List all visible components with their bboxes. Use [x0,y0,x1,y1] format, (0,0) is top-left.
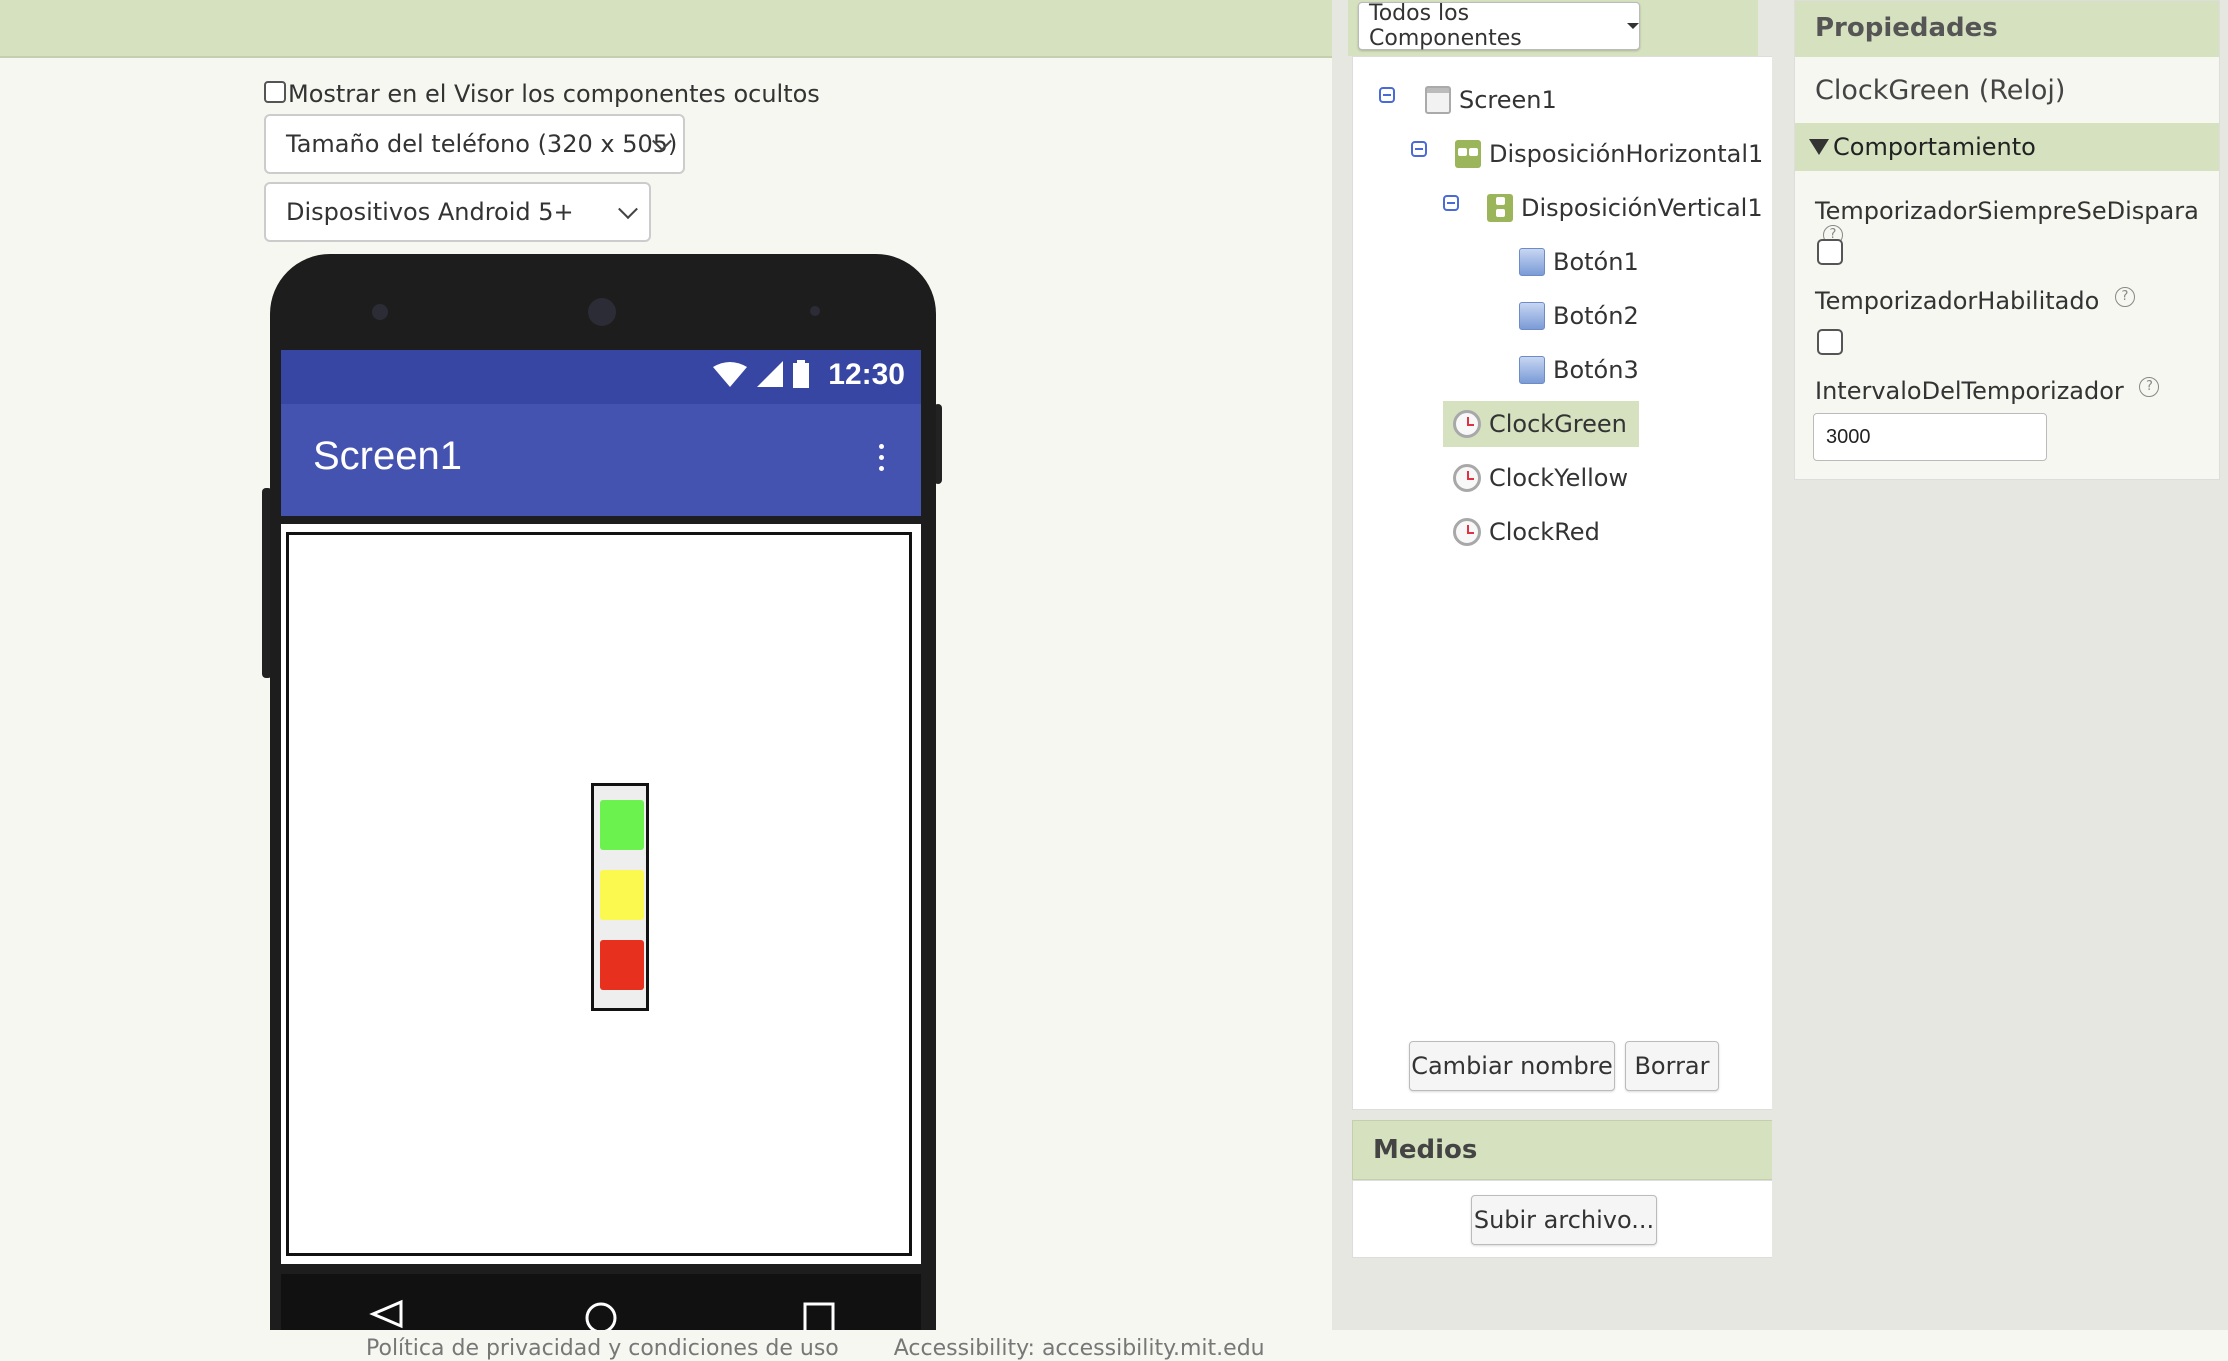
tree-item-label: Botón1 [1553,248,1639,276]
show-hidden-components-checkbox-row[interactable]: Mostrar en el Visor los componentes ocul… [264,80,820,108]
screen-icon [1425,86,1451,114]
vertical-layout-icon [1487,194,1513,222]
tree-item-label: DisposiciónVertical1 [1521,194,1763,222]
timer-always-fires-row: TemporizadorSiempreSeDispara ? [1815,197,2219,253]
phone-status-bar: 12:30 [281,350,921,404]
help-icon[interactable]: ? [2114,287,2135,307]
tree-item-clockgreen[interactable]: ClockGreen [1443,401,1639,447]
tree-item-label: Botón2 [1553,302,1639,330]
collapse-screen1-toggle[interactable] [1379,87,1395,103]
tree-item-button3[interactable]: Botón3 [1519,347,1645,393]
timer-enabled-row: TemporizadorHabilitado ? [1815,287,2135,315]
behavior-section-header[interactable]: Comportamiento [1795,123,2219,171]
tree-item-label: ClockRed [1489,518,1600,546]
phone-camera-icon [372,304,388,320]
tree-item-button1[interactable]: Botón1 [1519,239,1645,285]
viewer-panel: Mostrar en el Visor los componentes ocul… [0,58,1332,1330]
tree-item-horizontal-layout1[interactable]: DisposiciónHorizontal1 [1455,131,1769,177]
timer-interval-label: IntervaloDelTemporizador [1815,377,2124,405]
viewer-toolbar [0,0,1332,58]
media-title: Medios [1373,1135,1478,1165]
properties-title: Propiedades [1815,13,1998,43]
home-icon [585,1302,617,1330]
components-tree: Screen1 DisposiciónHorizontal1 Disposici… [1352,56,1776,1110]
behavior-section-label: Comportamiento [1833,133,2036,161]
phone-sensor-icon [810,306,820,316]
vertical-layout-preview[interactable] [591,783,649,1011]
wifi-icon [713,362,747,387]
delete-button[interactable]: Borrar [1625,1041,1719,1091]
media-panel: Subir archivo... [1352,1180,1776,1258]
privacy-link[interactable]: Política de privacidad y condiciones de … [366,1336,839,1361]
tree-item-label: DisposiciónHorizontal1 [1489,140,1764,168]
battery-icon [793,360,809,388]
timer-enabled-checkbox[interactable] [1817,329,1843,355]
button1-preview[interactable] [600,800,644,850]
phone-navigation-bar [281,1274,921,1330]
timer-interval-input[interactable]: 3000 [1813,413,2047,461]
back-icon [369,1299,403,1329]
button-icon [1519,302,1545,330]
overflow-menu-icon [879,444,885,471]
accessibility-link[interactable]: Accessibility: accessibility.mit.edu [894,1336,1265,1361]
clock-icon [1453,518,1481,546]
selected-component-name: ClockGreen (Reloj) [1815,75,2066,106]
phone-speaker-icon [588,298,616,326]
show-hidden-components-label: Mostrar en el Visor los componentes ocul… [288,80,820,108]
tree-item-screen1[interactable]: Screen1 [1425,77,1563,123]
button-icon [1519,356,1545,384]
properties-panel: Propiedades ClockGreen (Reloj) Comportam… [1794,0,2220,480]
collapse-vertical-layout-toggle[interactable] [1443,195,1459,211]
components-filter-dropdown[interactable]: Todos los Componentes [1358,1,1640,51]
tree-item-vertical-layout1[interactable]: DisposiciónVertical1 [1487,185,1769,231]
show-hidden-components-checkbox[interactable] [264,81,286,103]
recents-icon [803,1302,835,1330]
components-filter-label: Todos los Componentes [1369,1,1522,51]
caret-down-icon [1627,23,1639,29]
timer-interval-row: IntervaloDelTemporizador ? [1815,377,2160,405]
tree-item-label: Botón3 [1553,356,1639,384]
timer-always-fires-label: TemporizadorSiempreSeDispara [1815,197,2199,225]
clock-icon [1453,464,1481,492]
upload-file-button[interactable]: Subir archivo... [1471,1195,1657,1245]
phone-size-value: Tamaño del teléfono (320 x 505) [286,130,678,158]
screen-title: Screen1 [313,434,462,478]
media-header: Medios [1352,1120,1776,1180]
tree-item-clockyellow[interactable]: ClockYellow [1453,455,1634,501]
timer-always-fires-checkbox[interactable] [1817,239,1843,265]
tree-item-clockred[interactable]: ClockRed [1453,509,1606,555]
android-version-select[interactable]: Dispositivos Android 5+ [264,182,651,242]
button-icon [1519,248,1545,276]
collapse-horizontal-layout-toggle[interactable] [1411,141,1427,157]
android-version-value: Dispositivos Android 5+ [286,198,574,226]
tree-item-label: ClockYellow [1489,464,1629,492]
footer: Política de privacidad y condiciones de … [366,1336,1313,1361]
horizontal-layout-icon [1455,140,1481,168]
properties-header: Propiedades [1795,1,2219,57]
status-time: 12:30 [828,358,905,391]
cell-signal-icon [757,361,783,387]
horizontal-layout-preview[interactable] [286,532,912,1256]
expand-triangle-icon [1809,139,1829,155]
phone-screen [281,524,921,1264]
rename-button[interactable]: Cambiar nombre [1409,1041,1615,1091]
button3-preview[interactable] [600,940,644,990]
tree-item-label: Screen1 [1459,86,1557,114]
tree-item-label: ClockGreen [1487,406,1633,442]
help-icon[interactable]: ? [2139,377,2160,397]
timer-enabled-label: TemporizadorHabilitado [1815,287,2100,315]
phone-size-select[interactable]: Tamaño del teléfono (320 x 505) [264,114,685,174]
phone-app-bar: Screen1 [281,404,921,516]
phone-mockup: 12:30 Screen1 [270,254,936,1330]
tree-item-button2[interactable]: Botón2 [1519,293,1645,339]
clock-icon [1453,410,1481,438]
chevron-down-icon [618,199,638,220]
button2-preview[interactable] [600,870,644,920]
